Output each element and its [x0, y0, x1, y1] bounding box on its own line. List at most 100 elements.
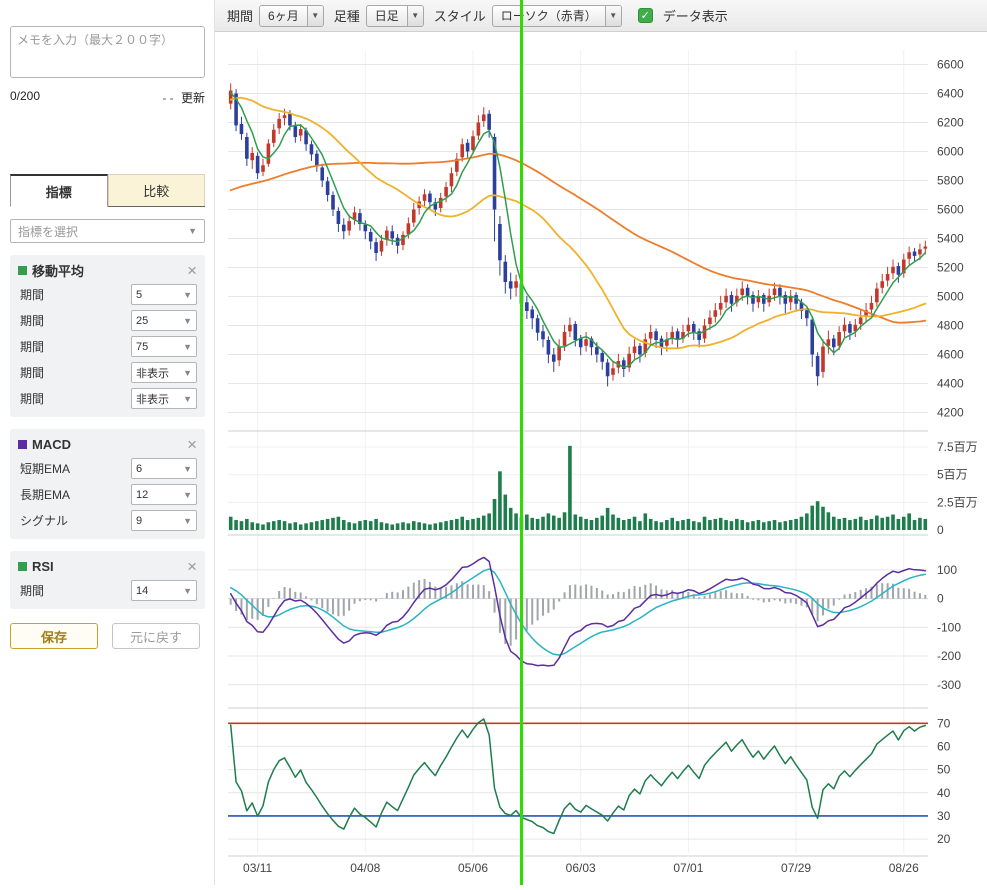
indicator-panel-rsi: RSI × 期間 14▼ [10, 551, 205, 609]
memo-update-link[interactable]: 更新 [181, 91, 205, 105]
chevron-down-icon: ▼ [183, 368, 192, 378]
indicator-panel-title: RSI [32, 559, 54, 574]
style-select[interactable]: ローソク（赤青） ▼ [492, 5, 622, 27]
indicator-param-row: 期間 25▼ [18, 310, 197, 331]
chevron-down-icon: ▼ [183, 394, 192, 404]
indicator-select[interactable]: 指標を選択 ▼ [10, 219, 205, 243]
bar-type-label: 足種 [334, 6, 360, 25]
save-button[interactable]: 保存 [10, 623, 98, 649]
rsi-period-select[interactable]: 14▼ [131, 580, 197, 601]
svg-text:07/29: 07/29 [781, 861, 811, 875]
macd-signal-select[interactable]: 9▼ [131, 510, 197, 531]
chevron-down-icon: ▼ [183, 464, 192, 474]
period-select[interactable]: 6ヶ月 ▼ [259, 5, 324, 27]
indicator-select-value: 指標を選択 [18, 223, 78, 240]
close-icon[interactable]: × [187, 438, 197, 452]
indicator-color-swatch [18, 440, 27, 449]
indicator-param-row: 長期EMA 12▼ [18, 484, 197, 505]
param-label: 期間 [20, 582, 44, 599]
tab-compare[interactable]: 比較 [108, 174, 206, 206]
data-display-label: データ表示 [663, 6, 728, 25]
indicator-param-row: シグナル 9▼ [18, 510, 197, 531]
svg-text:03/11: 03/11 [243, 861, 272, 875]
svg-text:04/08: 04/08 [350, 861, 380, 875]
macd-fast-select[interactable]: 6▼ [131, 458, 197, 479]
period-label: 期間 [227, 6, 253, 25]
indicator-panel-title: MACD [32, 437, 71, 452]
crosshair-line[interactable] [520, 0, 523, 885]
svg-text:07/01: 07/01 [673, 861, 703, 875]
chevron-down-icon: ▼ [183, 586, 192, 596]
macd-slow-select[interactable]: 12▼ [131, 484, 197, 505]
period-value: 6ヶ月 [260, 7, 307, 24]
chevron-down-icon: ▼ [183, 290, 192, 300]
chevron-down-icon: ▼ [188, 226, 197, 236]
svg-text:5200: 5200 [937, 261, 964, 275]
data-display-checkbox[interactable]: ✓ [638, 8, 653, 23]
svg-text:-100: -100 [937, 620, 961, 634]
svg-text:-300: -300 [937, 678, 961, 692]
indicator-panel-macd: MACD × 短期EMA 6▼ 長期EMA 12▼ シグナル 9▼ [10, 429, 205, 539]
ma-period5-select[interactable]: 非表示▼ [131, 388, 197, 409]
indicator-param-row: 期間 非表示▼ [18, 362, 197, 383]
svg-text:6600: 6600 [937, 58, 964, 72]
chevron-down-icon[interactable]: ▼ [407, 6, 423, 26]
chart-toolbar: 期間 6ヶ月 ▼ 足種 日足 ▼ スタイル ローソク（赤青） ▼ ✓ データ表示 [215, 0, 987, 32]
svg-text:-200: -200 [937, 649, 961, 663]
svg-text:4200: 4200 [937, 406, 964, 420]
svg-text:4600: 4600 [937, 348, 964, 362]
chevron-down-icon: ▼ [183, 316, 192, 326]
svg-text:5百万: 5百万 [937, 468, 968, 482]
tab-indicators[interactable]: 指標 [10, 174, 108, 207]
indicator-param-row: 短期EMA 6▼ [18, 458, 197, 479]
indicator-panel-moving-average: 移動平均 × 期間 5▼ 期間 25▼ 期間 75▼ 期間 非表示▼ 期間 非 [10, 255, 205, 417]
svg-text:4400: 4400 [937, 377, 964, 391]
chevron-down-icon[interactable]: ▼ [605, 6, 621, 26]
reset-button[interactable]: 元に戻す [112, 623, 200, 649]
svg-text:7.5百万: 7.5百万 [937, 440, 978, 454]
stock-chart[interactable]: 6600640062006000580056005400520050004800… [215, 32, 987, 885]
param-label: 期間 [20, 286, 44, 303]
svg-text:20: 20 [937, 832, 951, 846]
sidebar: 0/200 - - 更新 指標 比較 指標を選択 ▼ 移動平均 × 期間 5▼ … [0, 0, 215, 885]
param-label: 長期EMA [20, 486, 70, 503]
chevron-down-icon: ▼ [183, 490, 192, 500]
svg-text:100: 100 [937, 563, 957, 577]
svg-text:70: 70 [937, 716, 951, 730]
bar-type-select[interactable]: 日足 ▼ [366, 5, 424, 27]
ma-period1-select[interactable]: 5▼ [131, 284, 197, 305]
svg-text:30: 30 [937, 809, 951, 823]
svg-text:50: 50 [937, 763, 951, 777]
ma-period2-select[interactable]: 25▼ [131, 310, 197, 331]
memo-char-counter: 0/200 [10, 89, 40, 106]
indicator-color-swatch [18, 266, 27, 275]
svg-text:06/03: 06/03 [566, 861, 596, 875]
svg-text:4800: 4800 [937, 319, 964, 333]
param-label: 期間 [20, 364, 44, 381]
close-icon[interactable]: × [187, 560, 197, 574]
ma-period3-select[interactable]: 75▼ [131, 336, 197, 357]
indicator-color-swatch [18, 562, 27, 571]
param-label: 期間 [20, 312, 44, 329]
svg-text:60: 60 [937, 739, 951, 753]
memo-input[interactable] [10, 26, 205, 78]
memo-meta: 0/200 - - 更新 [10, 89, 205, 106]
svg-text:5800: 5800 [937, 174, 964, 188]
style-label: スタイル [434, 6, 486, 25]
svg-text:6400: 6400 [937, 87, 964, 101]
param-label: 短期EMA [20, 460, 70, 477]
bar-type-value: 日足 [367, 7, 407, 24]
svg-text:5000: 5000 [937, 290, 964, 304]
indicator-param-row: 期間 非表示▼ [18, 388, 197, 409]
svg-text:05/06: 05/06 [458, 861, 488, 875]
style-value: ローソク（赤青） [493, 7, 605, 24]
svg-text:08/26: 08/26 [889, 861, 919, 875]
chart-area[interactable]: 6600640062006000580056005400520050004800… [215, 32, 987, 885]
chevron-down-icon[interactable]: ▼ [307, 6, 323, 26]
param-label: シグナル [20, 512, 68, 529]
svg-text:40: 40 [937, 786, 951, 800]
close-icon[interactable]: × [187, 264, 197, 278]
ma-period4-select[interactable]: 非表示▼ [131, 362, 197, 383]
indicator-param-row: 期間 14▼ [18, 580, 197, 601]
svg-text:6000: 6000 [937, 145, 964, 159]
